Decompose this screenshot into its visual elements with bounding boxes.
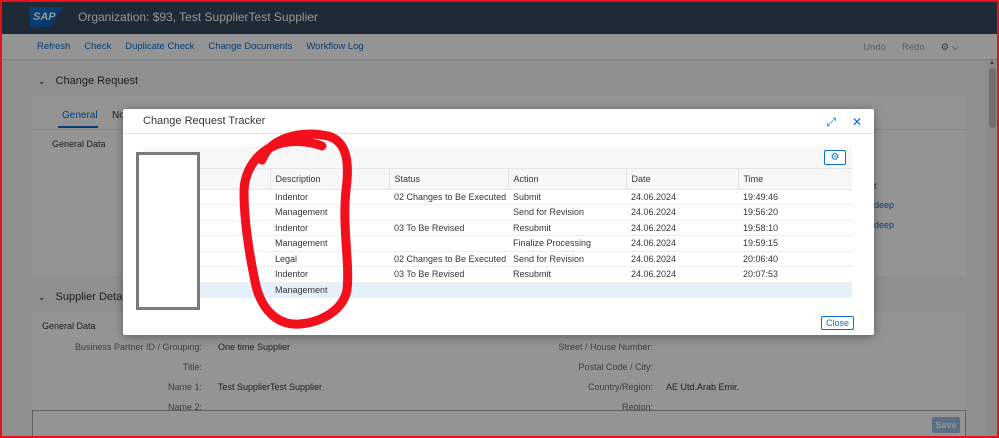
column-header-date[interactable]: Date xyxy=(626,169,739,190)
column-header-status[interactable]: Status xyxy=(389,169,509,190)
column-header-time[interactable]: Time xyxy=(738,169,852,190)
table-cell-description: Indentor xyxy=(270,266,389,283)
table-cell-date: 24.06.2024 xyxy=(626,266,738,283)
table-cell-date: 24.06.2024 xyxy=(626,220,738,236)
expand-icon[interactable]: ⤢ xyxy=(826,115,836,130)
table-cell-action: Send for Revision xyxy=(508,204,626,221)
table-cell-status: 03 To Be Revised xyxy=(389,220,508,236)
table-cell-status: 02 Changes to Be Executed xyxy=(389,189,508,205)
table-cell-action xyxy=(508,282,626,298)
table-cell-description: Legal xyxy=(270,251,389,267)
redaction-box xyxy=(136,152,200,310)
table-row[interactable]: Management xyxy=(143,282,852,298)
table-cell-action: Finalize Processing xyxy=(508,235,626,252)
table-row[interactable]: Indentor 03 To Be Revised Resubmit 24.06.20… xyxy=(143,220,852,236)
table-cell-time: 19:56:20 xyxy=(738,204,852,221)
table-toolbar: ⚙ xyxy=(143,147,852,169)
column-header-action[interactable]: Action xyxy=(508,169,627,190)
table-header-row: Description Status Action Date Time xyxy=(143,169,852,190)
close-button[interactable]: Close xyxy=(820,316,854,330)
tracker-table: Description Status Action Date Time Inde… xyxy=(143,169,852,298)
table-cell-time: 20:07:53 xyxy=(738,266,852,283)
dialog-header: Change Request Tracker ⤢ ✕ xyxy=(123,109,874,134)
table-cell-action: Send for Revision xyxy=(508,251,626,267)
table-cell-status xyxy=(389,282,508,298)
table-row[interactable]: Management Send for Revision 24.06.2024 19:… xyxy=(143,204,852,221)
table-cell-description: Management xyxy=(270,204,389,221)
table-row[interactable]: Indentor 02 Changes to Be Executed Submit 2… xyxy=(143,189,852,205)
tracker-table-container: ⚙ Description Status Action Date Time In… xyxy=(143,147,852,298)
table-cell-status xyxy=(389,204,508,221)
table-cell-time: 19:59:15 xyxy=(738,235,852,252)
table-cell-description: Indentor xyxy=(270,220,389,236)
table-body: Indentor 02 Changes to Be Executed Submit 2… xyxy=(143,189,852,298)
table-cell-description: Management xyxy=(270,235,389,252)
table-settings-button[interactable]: ⚙ xyxy=(824,150,846,165)
close-icon[interactable]: ✕ xyxy=(852,115,862,129)
table-cell-status xyxy=(389,235,508,252)
table-row[interactable]: Indentor 03 To Be Revised Resubmit 24.06.20… xyxy=(143,266,852,283)
change-request-tracker-dialog: Change Request Tracker ⤢ ✕ ⚙ Description… xyxy=(123,109,874,335)
gear-icon: ⚙ xyxy=(830,152,840,163)
table-cell-time: 20:06:40 xyxy=(738,251,852,267)
table-cell-status: 02 Changes to Be Executed xyxy=(389,251,508,267)
column-header-description[interactable]: Description xyxy=(270,169,390,190)
table-cell-time xyxy=(738,282,852,298)
table-cell-date: 24.06.2024 xyxy=(626,189,738,205)
table-row[interactable]: Management Finalize Processing 24.06.2024 1… xyxy=(143,235,852,252)
table-cell-date xyxy=(626,282,738,298)
table-cell-time: 19:49:46 xyxy=(738,189,852,205)
table-cell-action: Submit xyxy=(508,189,626,205)
table-cell-date: 24.06.2024 xyxy=(626,204,738,221)
dialog-title: Change Request Tracker xyxy=(143,115,266,127)
table-cell-status: 03 To Be Revised xyxy=(389,266,508,283)
table-cell-description: Management xyxy=(270,282,389,298)
table-cell-action: Resubmit xyxy=(508,220,626,236)
table-cell-description: Indentor xyxy=(270,189,389,205)
table-cell-action: Resubmit xyxy=(508,266,626,283)
table-cell-date: 24.06.2024 xyxy=(626,251,738,267)
table-row[interactable]: Legal 02 Changes to Be Executed Send for R… xyxy=(143,251,852,267)
table-cell-date: 24.06.2024 xyxy=(626,235,738,252)
table-cell-time: 19:58:10 xyxy=(738,220,852,236)
